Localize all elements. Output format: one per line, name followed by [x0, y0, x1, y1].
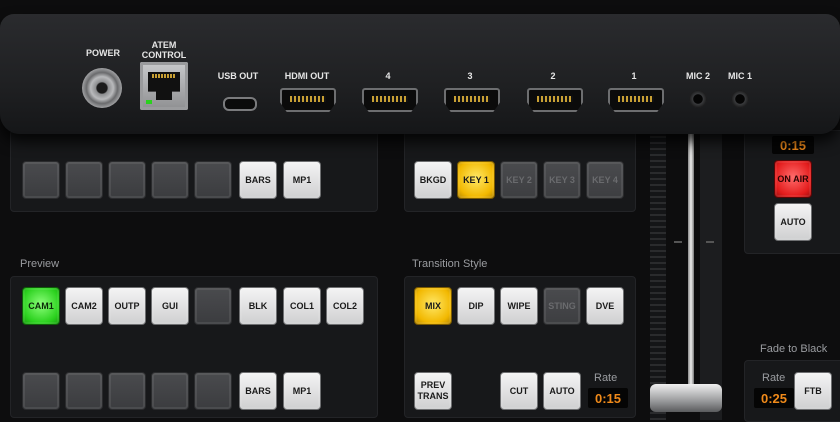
auto-button[interactable]: AUTO	[543, 372, 581, 410]
preview-col2-button[interactable]: COL2	[326, 287, 364, 325]
program-mp1-button[interactable]: MP1	[283, 161, 321, 199]
wipe-button[interactable]: WIPE	[500, 287, 538, 325]
lower-button-5[interactable]	[194, 372, 232, 410]
preview-blk-button[interactable]: BLK	[239, 287, 277, 325]
key3-button[interactable]: KEY 3	[543, 161, 581, 199]
on-air-button[interactable]: ON AIR	[774, 160, 812, 198]
mic2-label: MIC 2	[685, 71, 710, 81]
hdmi-out-label: HDMI OUT	[284, 71, 330, 81]
transition-rate-label: Rate	[594, 372, 618, 384]
program-button-1[interactable]	[22, 161, 60, 199]
tbar-slot-right	[700, 130, 722, 420]
hdmi-1-port-icon	[608, 88, 664, 112]
tbar-tick-1	[674, 241, 682, 243]
hdmi-3-port-icon	[444, 88, 500, 112]
lower-bars-button[interactable]: BARS	[239, 372, 277, 410]
tbar-tick-2	[706, 241, 714, 243]
ftb-rate-label: Rate	[762, 372, 786, 384]
hdmi-3-label: 3	[467, 71, 473, 81]
program-button-2[interactable]	[65, 161, 103, 199]
ethernet-port-icon	[140, 62, 188, 110]
transition-rate-display: 0:15	[588, 388, 628, 408]
preview-col1-button[interactable]: COL1	[283, 287, 321, 325]
program-button-3[interactable]	[108, 161, 146, 199]
mix-button[interactable]: MIX	[414, 287, 452, 325]
mic1-jack-icon	[731, 90, 749, 108]
hdmi-4-port-icon	[362, 88, 418, 112]
preview-cam1-button[interactable]: CAM1	[22, 287, 60, 325]
bkgd-button[interactable]: BKGD	[414, 161, 452, 199]
hdmi-2-port-icon	[527, 88, 583, 112]
lower-button-1[interactable]	[22, 372, 60, 410]
hdmi-4-label: 4	[385, 71, 391, 81]
lower-button-3[interactable]	[108, 372, 146, 410]
tbar-rail	[688, 130, 694, 400]
ftb-rate-display: 0:25	[754, 388, 794, 408]
right-rate-display: 0:15	[772, 136, 814, 154]
usb-c-port-icon	[223, 97, 257, 111]
preview-outp-button[interactable]: OUTP	[108, 287, 146, 325]
power-connector-icon	[82, 68, 122, 108]
dip-button[interactable]: DIP	[457, 287, 495, 325]
preview-label: Preview	[20, 258, 60, 270]
hdmi-1-label: 1	[631, 71, 637, 81]
preview-empty-button[interactable]	[194, 287, 232, 325]
tbar-slot-left	[650, 130, 666, 420]
preview-cam2-button[interactable]: CAM2	[65, 287, 103, 325]
sting-button[interactable]: STING	[543, 287, 581, 325]
program-button-5[interactable]	[194, 161, 232, 199]
ftb-label: Fade to Black	[760, 343, 828, 355]
prev-trans-button[interactable]: PREV TRANS	[414, 372, 452, 410]
mic2-jack-icon	[689, 90, 707, 108]
right-auto-button[interactable]: AUTO	[774, 203, 812, 241]
transition-style-label: Transition Style	[412, 258, 488, 270]
key1-button[interactable]: KEY 1	[457, 161, 495, 199]
program-button-4[interactable]	[151, 161, 189, 199]
lower-mp1-button[interactable]: MP1	[283, 372, 321, 410]
tbar-handle[interactable]	[650, 384, 722, 412]
hdmi-out-port-icon	[280, 88, 336, 112]
dve-button[interactable]: DVE	[586, 287, 624, 325]
atem-control-label: ATEM CONTROL	[141, 40, 187, 60]
hdmi-2-label: 2	[550, 71, 556, 81]
key4-button[interactable]: KEY 4	[586, 161, 624, 199]
ftb-button[interactable]: FTB	[794, 372, 832, 410]
ethernet-led-icon	[146, 100, 152, 104]
program-bars-button[interactable]: BARS	[239, 161, 277, 199]
usb-out-label: USB OUT	[217, 71, 259, 81]
mic1-label: MIC 1	[727, 71, 752, 81]
cut-button[interactable]: CUT	[500, 372, 538, 410]
lower-button-2[interactable]	[65, 372, 103, 410]
key2-button[interactable]: KEY 2	[500, 161, 538, 199]
lower-button-4[interactable]	[151, 372, 189, 410]
preview-gui-button[interactable]: GUI	[151, 287, 189, 325]
power-label: POWER	[85, 48, 120, 58]
ethernet-pins-icon	[152, 74, 176, 78]
